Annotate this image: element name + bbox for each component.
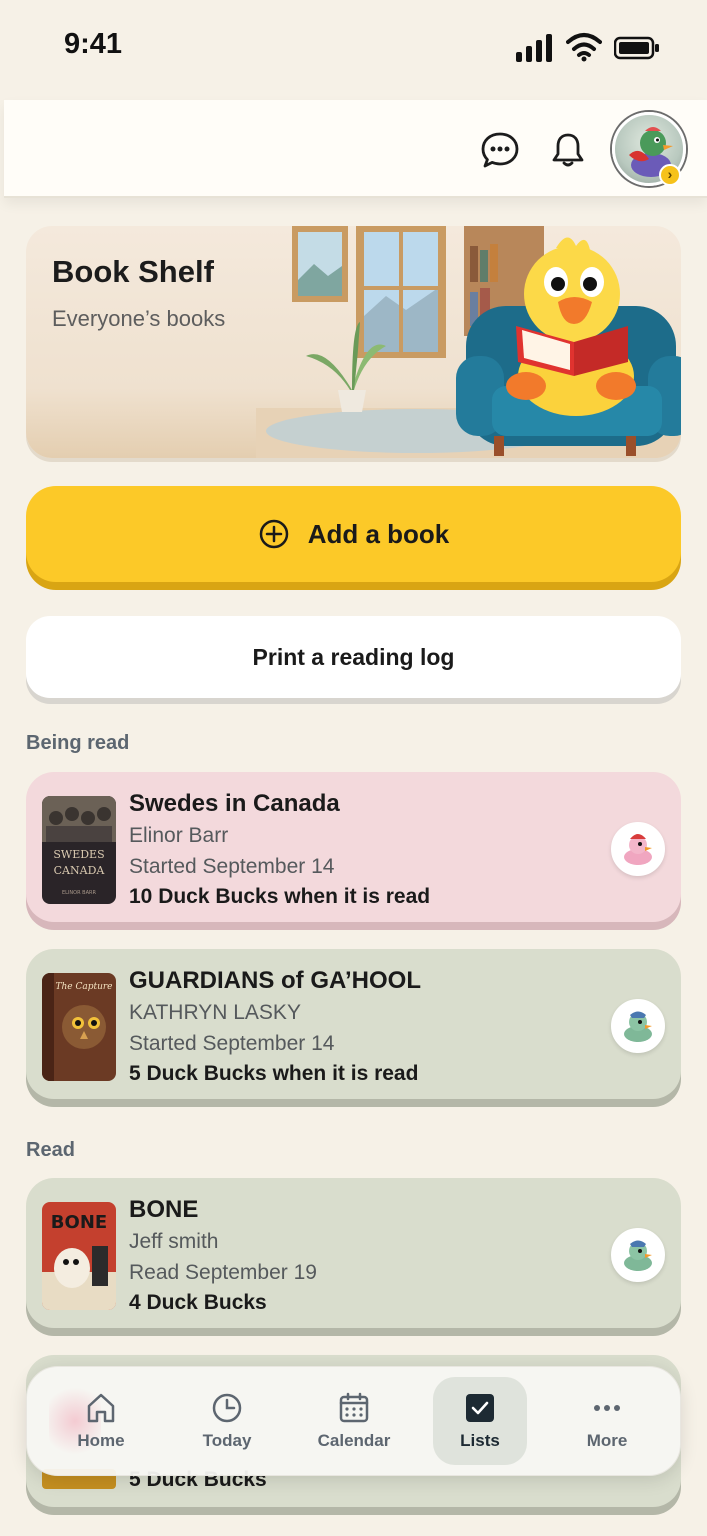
chat-icon[interactable] (480, 130, 520, 170)
tab-lists[interactable]: Lists (433, 1377, 527, 1465)
print-reading-log-label: Print a reading log (252, 643, 455, 670)
tab-home[interactable]: Home (54, 1377, 148, 1465)
add-book-button[interactable]: Add a book (26, 486, 681, 582)
book-date: Started September 14 (129, 1032, 335, 1055)
book-card[interactable]: SWEDES CANADA ELINOR BARR Swedes in Cana… (26, 772, 681, 922)
book-card[interactable]: The Capture GUARDIANS of GA’HOOL KATHRYN… (26, 949, 681, 1099)
book-title: GUARDIANS of GA’HOOL (129, 967, 421, 994)
reader-avatar (611, 822, 665, 876)
tab-more[interactable]: More (560, 1377, 654, 1465)
calendar-icon (339, 1392, 369, 1423)
bookshelf-hero-banner: Book Shelf Everyone’s books (26, 226, 681, 458)
add-book-label: Add a book (307, 518, 450, 549)
wifi-icon (566, 33, 602, 62)
add-circle-icon (259, 519, 288, 549)
tab-today[interactable]: Today (180, 1377, 274, 1465)
page-title: Book Shelf (52, 254, 214, 289)
profile-switch-chevron-icon[interactable]: › (659, 164, 681, 186)
cover-text: SWEDES (53, 848, 104, 861)
tab-label: Lists (460, 1431, 500, 1450)
signal-icon (516, 34, 552, 62)
top-header (4, 100, 707, 198)
section-title-being-read: Being read (26, 732, 130, 754)
status-time: 9:41 (64, 28, 123, 60)
tab-label: More (586, 1431, 628, 1450)
book-date: Started September 14 (129, 855, 335, 878)
book-reward: 5 Duck Bucks when it is read (129, 1062, 419, 1085)
more-icon (594, 1405, 620, 1411)
book-reward: 10 Duck Bucks when it is read (129, 885, 431, 908)
tab-calendar[interactable]: Calendar (307, 1377, 401, 1465)
cover-text: The Capture (55, 982, 112, 992)
book-cover: SWEDES CANADA ELINOR BARR (42, 796, 116, 904)
book-title: BONE (129, 1196, 199, 1223)
cover-text: BONE (51, 1212, 107, 1233)
pink-duck-icon (624, 834, 652, 865)
cover-text: ELINOR BARR (62, 890, 96, 896)
cover-text: CANADA (54, 864, 106, 877)
bell-icon[interactable] (548, 130, 588, 170)
clock-icon (212, 1393, 242, 1423)
home-icon (87, 1393, 115, 1423)
book-author: Jeff smith (129, 1230, 219, 1253)
checkbox-icon (466, 1394, 494, 1422)
status-bar: 9:41 (0, 0, 707, 96)
book-cover: BONE (42, 1202, 116, 1310)
tab-label: Today (202, 1431, 252, 1450)
book-author: Elinor Barr (129, 824, 229, 847)
book-title: Swedes in Canada (129, 790, 340, 817)
book-card[interactable]: BONE BONE Jeff smith Read September 19 4… (26, 1178, 681, 1328)
duck-reading-illustration (256, 226, 681, 458)
reader-avatar (611, 999, 665, 1053)
book-reward: 4 Duck Bucks (129, 1291, 267, 1314)
book-cover: The Capture (42, 973, 116, 1081)
tab-label: Calendar (317, 1431, 391, 1450)
page-subtitle: Everyone’s books (52, 306, 226, 331)
book-author: KATHRYN LASKY (129, 1001, 301, 1024)
tab-label: Home (77, 1431, 125, 1450)
print-reading-log-button[interactable]: Print a reading log (26, 616, 681, 698)
bottom-tab-bar: Home Today Calendar Lists More (26, 1366, 681, 1476)
battery-icon (614, 36, 659, 60)
reader-avatar (611, 1228, 665, 1282)
green-duck-icon (624, 1011, 652, 1042)
book-date: Read September 19 (129, 1261, 317, 1284)
section-title-read: Read (26, 1139, 75, 1161)
green-duck-icon (624, 1240, 652, 1271)
